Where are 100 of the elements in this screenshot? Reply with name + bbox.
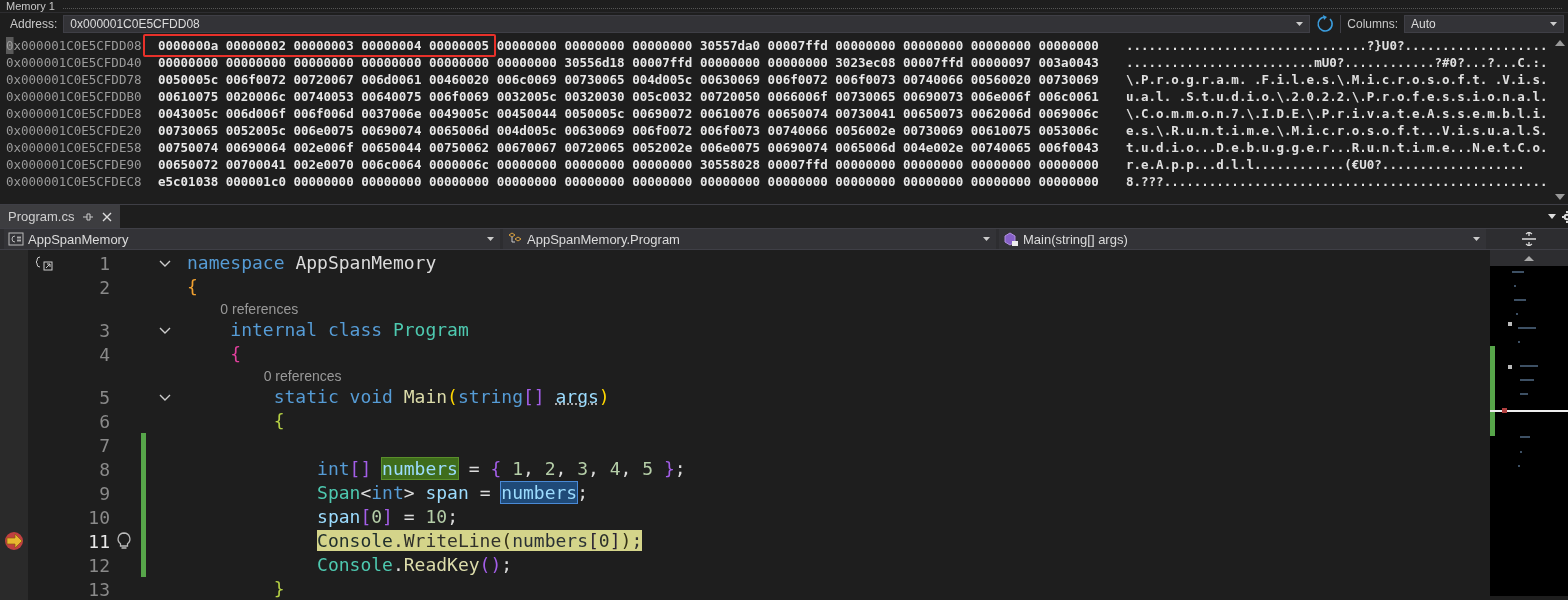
hex-value: 006f0072 — [225, 71, 286, 88]
hex-value: 0020006c — [225, 88, 286, 105]
scroll-up-icon[interactable] — [1524, 255, 1534, 261]
hex-value: 00610075 — [158, 88, 219, 105]
line-number: 13 — [87, 578, 110, 600]
code-line: internal class Program — [229, 319, 469, 341]
file-tab[interactable]: Program.cs — [0, 205, 121, 228]
hex-value: 00630069 — [564, 122, 625, 139]
hex-value: 00000000 — [970, 37, 1032, 54]
hex-value: 00730065 — [158, 122, 219, 139]
hex-value: 00000000 — [1038, 173, 1099, 190]
code-line: static void Main(string[] args) — [272, 386, 610, 408]
hex-value: 00000000 — [835, 156, 896, 173]
line-number: 7 — [98, 434, 110, 456]
method-lock-icon — [1003, 231, 1019, 247]
hex-value: 00690074 — [767, 139, 828, 156]
hex-value: 00650072 — [158, 156, 219, 173]
dropdown-arrow-icon — [1296, 22, 1304, 26]
split-window-icon[interactable] — [1521, 232, 1536, 246]
references-link[interactable]: 0 references — [220, 300, 299, 317]
dropdown-arrow-icon — [983, 237, 990, 241]
ascii-text: t.u.d.i.o...D.e.b.u.g.g.e.r...R.u.n.t.i.m.e...N.e.t.C.o. — [1126, 139, 1548, 156]
refresh-icon[interactable] — [1316, 15, 1335, 33]
hex-value: 00000000 — [496, 54, 557, 71]
address-label: Address: — [10, 17, 58, 31]
csharp-file-icon — [8, 231, 24, 247]
hex-value: 0043005c — [158, 105, 219, 122]
line-number: 8 — [98, 458, 110, 480]
code-line: Console.ReadKey(); — [316, 554, 513, 576]
hex-value: 00650044 — [361, 139, 422, 156]
hex-value: 002e006f — [293, 139, 354, 156]
dropdown-arrow-icon — [1473, 237, 1480, 241]
hex-value: 006e0075 — [699, 139, 761, 156]
hex-value: 00000000 — [428, 173, 490, 190]
hex-value: 0056002e — [835, 122, 896, 139]
hex-value: 006f0073 — [699, 122, 761, 139]
hex-value: 00740066 — [767, 122, 828, 139]
hex-value: 00007ffd — [903, 54, 964, 71]
hex-value: 00000000 — [225, 54, 286, 71]
navigation-dropdown[interactable]: AppSpanMemory — [4, 229, 500, 249]
lightbulb-icon[interactable] — [116, 532, 132, 550]
references-link[interactable]: 0 references — [263, 367, 342, 384]
ascii-text: \.C.o.m.m.o.n.7.\.I.D.E.\.P.r.i.v.a.t.e.A.s.s.e.m.b.l.i. — [1126, 105, 1548, 122]
collapse-chevron-icon[interactable] — [159, 393, 171, 401]
hex-value: 00610075 — [970, 122, 1032, 139]
hex-value: 00007ffd — [632, 54, 693, 71]
scroll-down-icon[interactable] — [1554, 193, 1566, 201]
hex-value: 3023ec08 — [835, 54, 896, 71]
collapse-chevron-icon[interactable] — [159, 259, 171, 267]
memory-address: 0x000001C0E5CFDDB0 — [6, 88, 141, 105]
hex-value: 0050005c — [158, 71, 219, 88]
dropdown-arrow-icon[interactable] — [1548, 214, 1556, 219]
panel-title: Memory 1 — [6, 1, 55, 12]
scroll-up-icon[interactable] — [1554, 39, 1566, 47]
hex-value: 00007ffd — [767, 156, 828, 173]
hex-value: 00740065 — [970, 139, 1032, 156]
dropdown-arrow-icon — [487, 237, 494, 241]
hex-value: 0052005c — [225, 122, 286, 139]
hex-value: 004d005c — [632, 71, 693, 88]
hex-value: 00740066 — [903, 71, 964, 88]
collapse-chevron-icon[interactable] — [159, 326, 171, 334]
hex-value: 006f0072 — [632, 122, 693, 139]
hex-value: 006e006f — [970, 88, 1032, 105]
columns-dropdown[interactable]: Auto — [1404, 15, 1564, 33]
hex-value: 00670067 — [496, 139, 557, 156]
hex-value: 00000003 — [293, 37, 354, 54]
hex-value: 00000000 — [564, 156, 625, 173]
hex-value: 0065006d — [428, 122, 490, 139]
address-field[interactable]: 0x000001C0E5CFDD08 — [63, 15, 1311, 33]
hex-value: 00690073 — [903, 88, 964, 105]
line-number: 2 — [98, 276, 110, 298]
code-line: int[] numbers = { 1, 2, 3, 4, 5 }; — [316, 458, 686, 480]
hex-value: 00000000 — [632, 156, 693, 173]
hex-value: 00000000 — [293, 173, 354, 190]
hex-value: 00690074 — [361, 122, 422, 139]
memory-address: 0x000001C0E5CFDE20 — [6, 122, 141, 139]
ascii-text: .........................mU0?............?#0?...?...C.:. — [1126, 54, 1548, 71]
hex-value: 30556d18 — [564, 54, 625, 71]
close-icon[interactable] — [102, 211, 113, 222]
navigation-dropdown[interactable]: Main(string[] args) — [999, 229, 1486, 249]
settings-icon[interactable] — [1562, 210, 1568, 223]
hex-value: 0062006d — [970, 105, 1032, 122]
columns-label: Columns: — [1347, 17, 1398, 31]
hex-value: 00690064 — [225, 139, 286, 156]
code-line: span[0] = 10; — [316, 506, 458, 528]
hex-value: 006e0075 — [293, 122, 354, 139]
code-line: { — [187, 276, 198, 298]
hex-value: 00730069 — [1038, 71, 1099, 88]
navigation-dropdown[interactable]: AppSpanMemory.Program — [503, 229, 996, 249]
hex-value: 0065006d — [835, 139, 896, 156]
pin-icon[interactable] — [82, 211, 95, 222]
hex-value: 30558028 — [699, 156, 761, 173]
memory-address: 0x000001C0E5CFDE58 — [6, 139, 141, 156]
hex-value: 004e002e — [903, 139, 964, 156]
hex-value: 002e0070 — [293, 156, 354, 173]
hex-value: 00610076 — [699, 105, 761, 122]
hex-value: 00000000 — [903, 37, 964, 54]
hex-value: 00730069 — [903, 122, 964, 139]
hex-value: 00630069 — [699, 71, 761, 88]
hex-value: 00000000 — [293, 54, 354, 71]
